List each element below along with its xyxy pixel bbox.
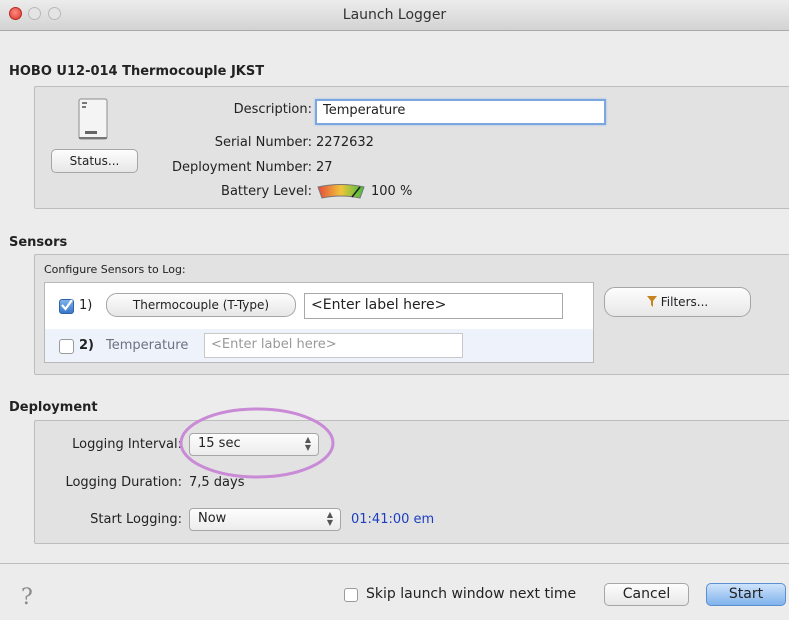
sensor-2-label-input[interactable]: <Enter label here> <box>204 333 463 358</box>
window-title: Launch Logger <box>342 7 447 23</box>
sensor-1-label-input[interactable]: <Enter label here> <box>304 293 563 319</box>
annotation-highlight-circle <box>177 404 337 482</box>
skip-launch-checkbox[interactable] <box>344 588 358 602</box>
status-button[interactable]: Status... <box>51 149 138 173</box>
battery-level-label: Battery Level: <box>221 184 312 199</box>
start-button[interactable]: Start <box>706 583 786 606</box>
device-name: HOBO U12-014 Thermocouple JKST <box>9 64 265 79</box>
serial-number-value: 2272632 <box>316 135 374 150</box>
sensor-2-index: 2) <box>79 338 94 353</box>
filters-button[interactable]: Filters... <box>604 287 751 317</box>
filters-label: Filters... <box>660 295 709 309</box>
sensors-section-title: Sensors <box>9 235 68 250</box>
footer-separator <box>0 563 789 564</box>
sensor-1-checkbox[interactable] <box>59 299 74 314</box>
serial-number-label: Serial Number: <box>214 135 312 150</box>
start-logging-select[interactable]: Now ▲ ▼ <box>189 508 341 531</box>
logging-duration-label: Logging Duration: <box>65 475 182 490</box>
description-input[interactable]: Temperature <box>315 99 606 125</box>
logging-interval-label: Logging Interval: <box>72 437 182 452</box>
battery-gauge-icon <box>316 184 366 200</box>
skip-launch-label: Skip launch window next time <box>366 586 577 602</box>
deployment-number-value: 27 <box>316 160 333 175</box>
configure-sensors-label: Configure Sensors to Log: <box>44 263 186 276</box>
deployment-section-title: Deployment <box>9 400 98 415</box>
stepper-arrows-icon: ▲ ▼ <box>326 510 333 527</box>
logging-duration-value: 7,5 days <box>189 475 245 490</box>
help-icon[interactable]: ? <box>21 585 33 610</box>
sensor-2-type-text: Temperature <box>106 338 189 353</box>
start-time-value[interactable]: 01:41:00 em <box>351 512 434 527</box>
start-logging-value: Now <box>198 511 227 526</box>
start-logging-label: Start Logging: <box>90 512 182 527</box>
cancel-button[interactable]: Cancel <box>604 583 689 606</box>
battery-level-value: 100 % <box>371 184 413 199</box>
logger-device-icon <box>76 98 110 142</box>
filter-icon <box>646 289 657 317</box>
deployment-number-label: Deployment Number: <box>171 160 312 175</box>
sensor-2-checkbox[interactable] <box>59 339 74 354</box>
sensor-1-index: 1) <box>79 298 93 313</box>
sensor-1-type-button[interactable]: Thermocouple (T-Type) <box>106 293 296 317</box>
description-label: Description: <box>233 102 312 117</box>
